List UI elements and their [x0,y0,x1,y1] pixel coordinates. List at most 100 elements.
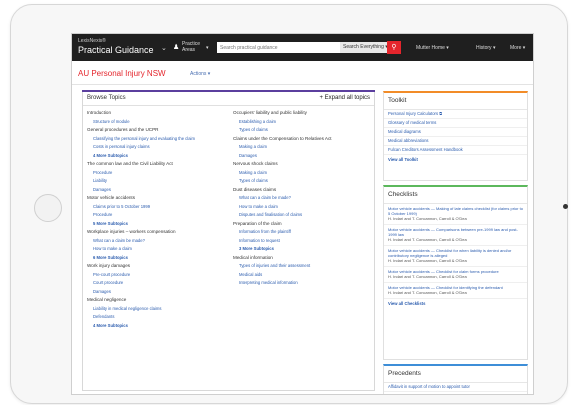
checklist-authors: H. Indari and T. Concannon, Carroll & O'… [388,216,467,221]
nav-history-menu[interactable]: History ▾ [476,45,495,51]
browse-topics-title: Browse Topics [87,95,126,101]
expand-all-topics-link[interactable]: + Expand all topics [319,95,370,101]
topic-heading: Nervous shock claims [233,161,278,166]
topic-heading: Preparation of the claim [233,220,282,226]
toolkit-item[interactable]: Glossary of medical terms [384,119,527,128]
checklists-list: Motor vehicle accidents — Making of late… [384,204,527,299]
topic-heading: Occupiers' liability and public liabilit… [233,110,307,115]
brand-name[interactable]: Practical Guidance [78,45,154,55]
checklist-link[interactable]: Motor vehicle accidents — Comparisons be… [388,227,523,237]
tablet-frame: LexisNexis® Practical Guidance ⌄ ♟ Pract… [10,4,568,404]
subtopic-link[interactable]: Information from the plaintiff [233,228,332,237]
checklist-entry: Motor vehicle accidents — Checklist for … [384,267,527,283]
more-subtopics-link[interactable]: 3 More Subtopics [233,245,332,254]
browse-topics-header: Browse Topics + Expand all topics [83,92,374,106]
subtopic-link[interactable]: Pre-court procedure [87,271,195,280]
precedents-title: Precedents [384,366,527,383]
subtopic-link[interactable]: Establishing a claim [233,118,332,127]
subtopic-link[interactable]: Claims prior to 5 October 1999 [87,203,195,212]
subtopic-link[interactable]: Court procedure [87,279,195,288]
topics-left-column: Introduction Structure of module General p… [87,109,195,330]
view-all-toolkit-link[interactable]: View all Toolkit [384,155,527,164]
subtopic-link[interactable]: Classifying the personal injury and eval… [87,135,195,144]
search-icon: ⚲ [391,44,397,51]
checklist-authors: H. Indari and T. Concannon, Carroll & O'… [388,274,467,279]
subtopic-link[interactable]: Damages [233,152,332,161]
checklist-entry: Motor vehicle accidents — Checklist for … [384,246,527,267]
practice-areas-menu[interactable]: Practice Areas [182,41,200,53]
subtopic-link[interactable]: Structure of module [87,118,195,127]
home-button[interactable] [34,194,62,222]
topics-right-column: Occupiers' liability and public liabilit… [233,109,332,288]
subtopic-link[interactable]: Damages [87,186,195,195]
screen: LexisNexis® Practical Guidance ⌄ ♟ Pract… [71,33,534,395]
topic-heading: Introduction [87,110,112,115]
precedents-list: Affidavit in support of motion to appoin… [384,383,527,392]
topic-heading: Medical information [233,254,273,260]
checklists-panel: Checklists Motor vehicle accidents — Mak… [383,185,528,360]
top-bar: LexisNexis® Practical Guidance ⌄ ♟ Pract… [72,34,533,61]
checklist-entry: Motor vehicle accidents — Comparisons be… [384,225,527,246]
topic-heading: Workplace injuries – workers compensatio… [87,229,176,234]
topic-heading: General procedures and the UCPR [87,127,159,132]
subtopic-link[interactable]: How to make a claim [233,203,332,212]
toolkit-item[interactable]: Medical diagrams [384,128,527,137]
subtopic-link[interactable]: What can a claim be made? [87,237,195,246]
page-title: AU Personal Injury NSW [78,69,166,78]
actions-menu[interactable]: Actions ▾ [190,71,210,77]
topic-heading: Motor vehicle accidents [87,195,136,200]
toolkit-list: Personal Injury Calculators ⧉ Glossary of… [384,110,527,155]
more-subtopics-link[interactable]: 6 More Subtopics [87,254,195,263]
chevron-down-icon[interactable]: ▾ [206,45,209,51]
practice-areas-icon[interactable]: ♟ [173,43,179,51]
subtopic-link[interactable]: Disputes and finalisation of claims [233,211,332,220]
subtopic-link[interactable]: How to make a claim [87,245,195,254]
topic-heading: Dust diseases claims [233,186,277,192]
search-input[interactable] [217,42,340,53]
more-subtopics-link[interactable]: 4 More Subtopics [87,322,195,331]
toolkit-item[interactable]: Personal Injury Calculators ⧉ [384,110,527,119]
camera-dot [563,204,568,209]
checklist-authors: H. Indari and T. Concannon, Carroll & O'… [388,237,467,242]
topic-heading: Medical negligence [87,297,127,302]
practice-areas-label-2: Areas [182,47,196,53]
checklist-link[interactable]: Motor vehicle accidents — Checklist for … [388,248,523,258]
checklist-authors: H. Indari and T. Concannon, Carroll & O'… [388,258,467,263]
subtopic-link[interactable]: Types of injuries and their assessment [233,262,332,271]
subtopic-link[interactable]: Costs in personal injury claims [87,143,195,152]
checklist-link[interactable]: Motor vehicle accidents — Making of late… [388,206,523,216]
subtopic-link[interactable]: Liability in medical negligence claims [87,305,195,314]
subtopic-link[interactable]: Interpreting medical information [233,279,332,288]
toolkit-item[interactable]: Fulcan Creditors Assessment Handbook [384,146,527,155]
toolkit-item[interactable]: Medical abbreviations [384,137,527,146]
title-bar: AU Personal Injury NSW Actions ▾ [72,61,533,85]
brand-owner: LexisNexis® [78,38,106,44]
subtopic-link[interactable]: Making a claim [233,169,332,178]
topic-heading: Claims under the Compensation to Relativ… [233,135,332,141]
subtopic-link[interactable]: Defendants [87,313,195,322]
subtopic-link[interactable]: Making a claim [233,143,332,152]
toolkit-title: Toolkit [384,93,527,110]
subtopic-link[interactable]: Procedure [87,169,195,178]
topic-heading: The common law and the Civil Liability A… [87,161,173,166]
more-subtopics-link[interactable]: 4 More Subtopics [87,152,195,161]
nav-home-menu[interactable]: Mutter Home ▾ [416,45,449,51]
precedent-item[interactable]: Affidavit in support of motion to appoin… [384,383,527,392]
chevron-down-icon[interactable]: ⌄ [161,44,167,52]
precedents-panel: Precedents Affidavit in support of motio… [383,364,528,394]
view-all-checklists-link[interactable]: View all Checklists [384,299,527,308]
subtopic-link[interactable]: Procedure [87,211,195,220]
subtopic-link[interactable]: Liability [87,177,195,186]
checklist-authors: H. Indari and T. Concannon, Carroll & O'… [388,290,467,295]
subtopic-link[interactable]: Types of claims [233,126,332,135]
subtopic-link[interactable]: Information to request [233,237,332,246]
subtopic-link[interactable]: Medical aids [233,271,332,280]
subtopic-link[interactable]: Damages [87,288,195,297]
nav-more-menu[interactable]: More ▾ [510,45,525,51]
search-button[interactable]: ⚲ [387,41,401,54]
browse-topics-panel: Browse Topics + Expand all topics Introd… [82,90,375,391]
more-subtopics-link[interactable]: 5 More Subtopics [87,220,195,229]
search-scope-dropdown[interactable]: Search Everything ▾ [340,42,388,53]
subtopic-link[interactable]: Types of claims [233,177,332,186]
subtopic-link[interactable]: What can a claim be made? [233,194,332,203]
